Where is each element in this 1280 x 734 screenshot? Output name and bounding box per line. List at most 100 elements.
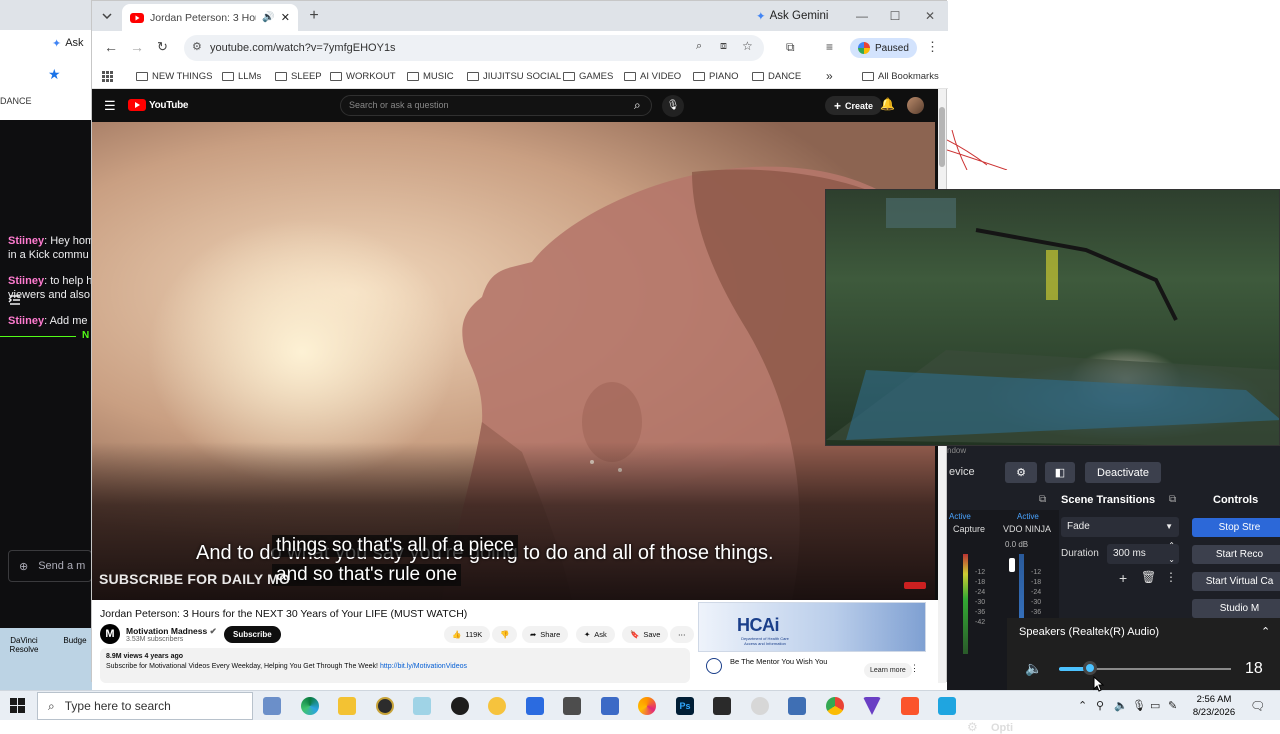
chat-emoji-icon[interactable]: ⊕ xyxy=(19,560,28,573)
back-button[interactable]: ← xyxy=(104,39,118,55)
account-avatar[interactable] xyxy=(907,97,924,114)
background-ask-gemini-button[interactable]: ✦ Ask xyxy=(52,34,84,52)
subscribe-watermark-badge[interactable] xyxy=(904,582,926,589)
edge-browser-icon[interactable] xyxy=(301,697,319,715)
channel-avatar[interactable]: M xyxy=(100,624,120,644)
audio-device-name[interactable]: Speakers (Realtek(R) Audio) xyxy=(1019,626,1159,638)
notifications-bell-icon[interactable]: 🔔 xyxy=(880,97,895,111)
bookmark-folder-ai-video[interactable]: AI VIDEO xyxy=(624,68,681,84)
ask-gemini-button[interactable]: ✦ Ask Gemini xyxy=(750,5,834,27)
minimize-button[interactable]: — xyxy=(852,7,872,25)
forward-button[interactable]: → xyxy=(130,39,144,55)
file-explorer-icon[interactable] xyxy=(338,697,356,715)
close-tab-icon[interactable]: ✕ xyxy=(281,11,290,24)
cast-icon[interactable]: ⧈ xyxy=(720,40,727,53)
tab-search-button[interactable] xyxy=(97,7,117,25)
close-window-button[interactable]: ✕ xyxy=(920,7,940,25)
maximize-button[interactable]: ☐ xyxy=(885,7,905,25)
save-button[interactable]: 🔖 Save xyxy=(622,626,669,643)
brave-browser-icon[interactable] xyxy=(901,697,919,715)
description-box[interactable]: 8.9M views 4 years ago Subscribe for Mot… xyxy=(100,648,690,683)
app-icon[interactable] xyxy=(788,697,806,715)
bookmark-star-icon[interactable]: ★ xyxy=(48,66,61,83)
hamburger-menu-icon[interactable]: ☰ xyxy=(104,98,116,114)
chrome-icon[interactable] xyxy=(826,697,844,715)
taskbar-clock[interactable]: 2:56 AM 8/23/2026 xyxy=(1186,693,1242,719)
app-icon[interactable] xyxy=(601,697,619,715)
chevron-up-icon[interactable]: ⌃ xyxy=(1261,625,1270,638)
bookmark-folder-dance[interactable]: DANCE xyxy=(752,68,801,84)
windows-start-icon[interactable] xyxy=(10,698,25,713)
subscribe-button[interactable]: Subscribe xyxy=(224,626,281,643)
dock-float-icon[interactable]: ⧉ xyxy=(1039,494,1046,505)
network-icon[interactable]: ⚲ xyxy=(1096,699,1104,712)
audio-playing-icon[interactable]: 🔊 xyxy=(262,12,274,23)
all-bookmarks-button[interactable]: All Bookmarks xyxy=(862,68,939,84)
bookmark-folder-piano[interactable]: PIANO xyxy=(693,68,739,84)
deactivate-button[interactable]: Deactivate xyxy=(1085,462,1161,483)
ad-learn-more-button[interactable]: Learn more xyxy=(864,663,912,678)
bookmark-star-icon[interactable]: ☆ xyxy=(742,39,753,53)
bookmark-folder-jiujitsu-social[interactable]: JIUJITSU SOCIAL xyxy=(467,68,561,84)
youtube-search-input[interactable]: Search or ask a question xyxy=(340,95,652,116)
like-button[interactable]: 👍 119K xyxy=(444,626,491,643)
new-tab-button[interactable]: + xyxy=(304,7,324,25)
app-icon[interactable] xyxy=(938,697,956,715)
bookmark-folder-new-things[interactable]: NEW THINGS xyxy=(136,68,213,84)
video-player[interactable]: And to do what you say you're going to d… xyxy=(92,122,935,600)
ask-button[interactable]: ✦ Ask xyxy=(576,626,615,643)
app-icon[interactable] xyxy=(376,697,394,715)
dock-float-icon[interactable]: ⧉ xyxy=(1169,494,1176,505)
search-icon[interactable]: ⌕ xyxy=(634,98,641,113)
davinci-resolve-icon[interactable] xyxy=(713,697,731,715)
transition-select[interactable]: Fade ▼ xyxy=(1061,517,1179,537)
ad-banner-image[interactable]: HCAi Department of Health Care Access an… xyxy=(698,602,926,652)
bookmark-folder-workout[interactable]: WORKOUT xyxy=(330,68,396,84)
notifications-icon[interactable]: 🗨 xyxy=(1250,699,1265,713)
chrome-menu-icon[interactable]: ⋮ xyxy=(926,39,939,55)
stop-streaming-button[interactable]: Stop Stre xyxy=(1192,518,1280,537)
zoom-icon[interactable]: ⌕ xyxy=(696,40,702,53)
ad-panel[interactable]: HCAi Department of Health Care Access an… xyxy=(698,600,930,683)
bookmark-folder-music[interactable]: MUSIC xyxy=(407,68,454,84)
create-button[interactable]: + Create xyxy=(825,96,883,115)
reload-button[interactable]: ↻ xyxy=(157,39,168,55)
speaker-icon[interactable]: 🔈 xyxy=(1114,699,1128,712)
speaker-volume-icon[interactable]: 🔈 xyxy=(1025,660,1042,677)
extensions-icon[interactable]: ⧉ xyxy=(786,40,795,55)
volume-slider-thumb[interactable] xyxy=(1082,661,1097,675)
spinner-arrows-icon[interactable]: ⌃ ⌄ xyxy=(1168,539,1175,567)
duration-spinbox[interactable]: 300 ms ⌃ ⌄ xyxy=(1107,541,1179,564)
start-recording-button[interactable]: Start Reco xyxy=(1192,545,1280,564)
desktop-icon-budget[interactable]: Budge xyxy=(60,636,90,645)
taskbar-search-input[interactable]: ⌕ Type here to search xyxy=(37,692,253,720)
show-hidden-icons-chevron-up-icon[interactable]: ⌃ xyxy=(1078,699,1087,712)
bookmark-folder-llms[interactable]: LLMs xyxy=(222,68,261,84)
bookmark-folder-sleep[interactable]: SLEEP xyxy=(275,68,322,84)
site-info-icon[interactable]: ⚙ xyxy=(192,40,202,53)
microphone-icon[interactable]: 🎙 xyxy=(1132,699,1146,712)
description-link[interactable]: http://bit.ly/MotivationVideos xyxy=(380,663,467,670)
app-icon[interactable] xyxy=(863,697,881,715)
properties-gear-button[interactable]: ⚙ xyxy=(1005,462,1037,483)
apps-grid-icon[interactable] xyxy=(102,68,113,84)
media-controls-icon[interactable]: ≡ xyxy=(826,40,833,54)
youtube-logo[interactable]: YouTube xyxy=(128,99,189,111)
ad-menu-icon[interactable]: ⋮ xyxy=(910,663,919,674)
desktop-icon-davinci[interactable]: DaVinci Resolve xyxy=(4,636,44,654)
bookmark-folder-games[interactable]: GAMES xyxy=(563,68,613,84)
app-icon[interactable] xyxy=(751,697,769,715)
filters-button[interactable]: ◧ xyxy=(1045,462,1075,483)
document-app-icon[interactable] xyxy=(526,697,544,715)
dislike-button[interactable]: 👎 xyxy=(492,626,518,643)
background-bookmark-dance[interactable]: DANCE xyxy=(0,96,32,106)
obs-icon[interactable] xyxy=(451,697,469,715)
chat-send-input[interactable]: ⊕ Send a m xyxy=(8,550,92,582)
bookmarks-overflow-button[interactable]: » xyxy=(826,68,833,84)
start-virtual-camera-button[interactable]: Start Virtual Ca xyxy=(1192,572,1280,591)
calculator-app-icon[interactable] xyxy=(263,697,281,715)
app-icon[interactable] xyxy=(563,697,581,715)
app-icon[interactable] xyxy=(413,697,431,715)
studio-mode-button[interactable]: Studio M xyxy=(1192,599,1280,618)
more-options-icon[interactable]: ⋮ xyxy=(1165,570,1177,584)
